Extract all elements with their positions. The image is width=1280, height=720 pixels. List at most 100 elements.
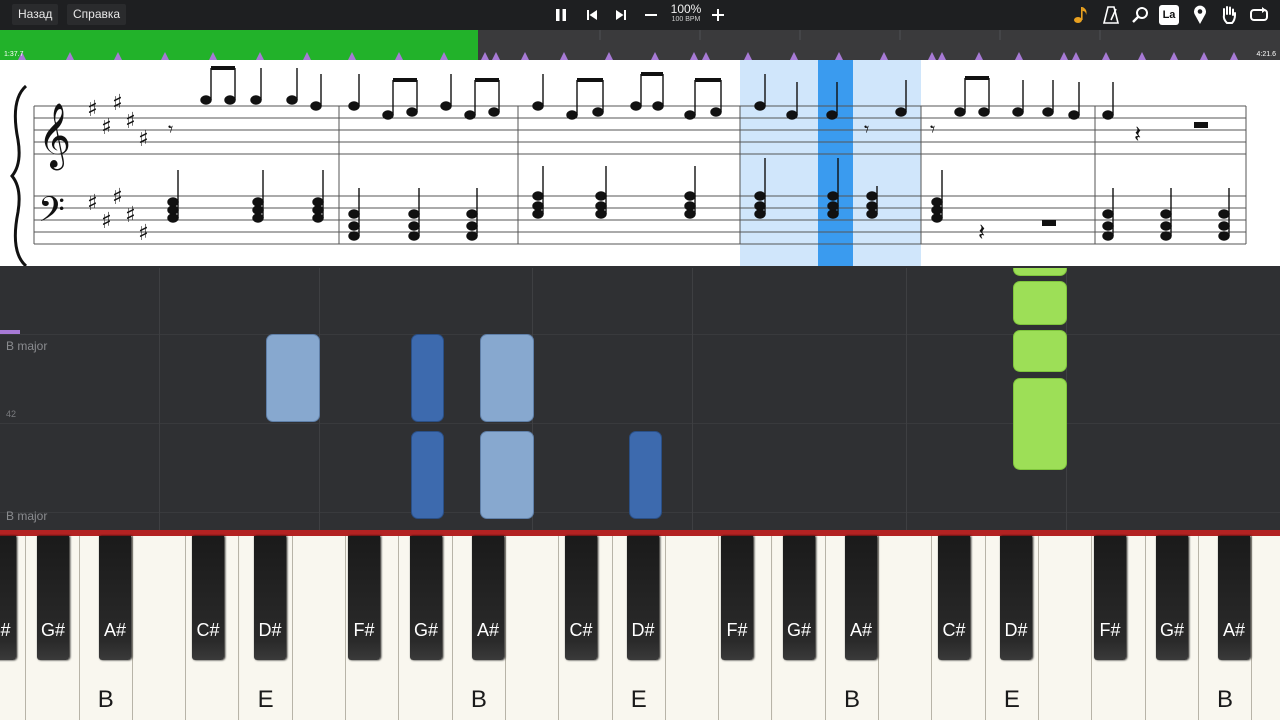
marker-icon[interactable] [1190, 5, 1210, 25]
black-key[interactable]: A# [472, 536, 504, 660]
svg-text:𝄾: 𝄾 [168, 117, 173, 141]
key-change-marker [0, 330, 20, 334]
svg-text:𝄾: 𝄾 [864, 117, 869, 141]
sheet-music[interactable]: 𝄞 𝄢 ♯ ♯ ♯ ♯ ♯ ♯ ♯ ♯ ♯ ♯ 𝄾 𝄾 𝄾 𝄽 𝄽 [0, 60, 1280, 266]
next-icon[interactable] [611, 5, 631, 25]
white-key[interactable] [506, 536, 560, 720]
svg-text:𝄽: 𝄽 [1134, 120, 1141, 148]
black-key[interactable]: F# [348, 536, 380, 660]
loop-icon[interactable] [1249, 5, 1269, 25]
zoom-percent: 100% [670, 2, 702, 16]
black-key[interactable]: A# [845, 536, 877, 660]
row-number-label: 42 [6, 409, 17, 419]
black-key[interactable]: D# [627, 536, 659, 660]
svg-text:♯: ♯ [138, 127, 149, 152]
black-key[interactable]: F# [721, 536, 753, 660]
white-key[interactable] [879, 536, 933, 720]
black-key-label: A# [103, 620, 127, 640]
svg-text:𝄽: 𝄽 [978, 218, 985, 246]
white-key-label: B [843, 686, 860, 713]
black-key-label: F# [726, 620, 748, 640]
falling-note [1013, 281, 1067, 325]
help-button[interactable]: Справка [67, 4, 127, 25]
white-key-label: B [97, 686, 114, 713]
falling-note [1013, 330, 1067, 372]
svg-text:𝄢: 𝄢 [38, 189, 65, 238]
note-icon[interactable] [1071, 5, 1091, 25]
svg-text:♯: ♯ [138, 221, 149, 246]
svg-text:♯: ♯ [101, 209, 112, 234]
svg-text:♯: ♯ [125, 109, 136, 134]
white-key-label: E [257, 686, 274, 713]
la-icon[interactable]: La [1159, 5, 1179, 25]
previous-icon[interactable] [582, 5, 602, 25]
metronome-icon[interactable] [1101, 5, 1121, 25]
black-key[interactable]: G# [410, 536, 442, 660]
black-key-label: A# [1222, 620, 1246, 640]
timeline-start-time: 1:37.7 [4, 51, 24, 58]
white-key-label: E [1003, 686, 1020, 713]
falling-note [480, 334, 534, 422]
falling-note [1013, 268, 1067, 276]
back-button[interactable]: Назад [12, 4, 59, 25]
black-key[interactable]: F# [0, 536, 16, 660]
roll-measure-line [159, 268, 160, 530]
falling-note [629, 431, 662, 519]
timeline-markers [18, 30, 1238, 60]
svg-text:♯: ♯ [87, 191, 98, 216]
roll-gridline [0, 423, 1280, 424]
black-key-label: C# [569, 620, 593, 640]
score-staves: 𝄞 𝄢 ♯♯♯ ♯♯ ♯♯♯ ♯♯ 𝄾 𝄾 𝄾 𝄽 𝄽 [10, 60, 1247, 266]
black-key[interactable]: C# [938, 536, 970, 660]
pause-icon[interactable] [551, 5, 571, 25]
black-key-label: G# [413, 620, 438, 640]
falling-notes-area: B major 42 B major [0, 268, 1280, 530]
black-key[interactable]: C# [565, 536, 597, 660]
black-key[interactable]: D# [1000, 536, 1032, 660]
tempo-readout[interactable]: 100% 100 BPM [666, 3, 706, 24]
white-key[interactable] [132, 536, 187, 720]
black-key[interactable]: G# [1156, 536, 1188, 660]
black-key[interactable]: F# [1094, 536, 1126, 660]
falling-note [480, 431, 534, 519]
black-key-label: F# [353, 620, 375, 640]
svg-text:𝄞: 𝄞 [38, 103, 71, 170]
black-key-label: D# [1004, 620, 1028, 640]
song-timeline[interactable]: 1:37.7 4:21.6 [0, 30, 1280, 60]
black-key[interactable]: D# [254, 536, 286, 660]
black-key-label: D# [258, 620, 282, 640]
white-key-label: B [470, 686, 487, 713]
current-beat-highlight [818, 60, 853, 266]
minus-icon[interactable] [641, 5, 661, 25]
white-key[interactable] [665, 536, 720, 720]
piano-keyboard[interactable]: B E B E B E B F# G# A# C# D# F# G# A# C# D# F# G# A# C# D# F#… [0, 530, 1280, 720]
black-key[interactable]: C# [192, 536, 224, 660]
black-key-label: A# [849, 620, 873, 640]
plus-icon[interactable] [708, 5, 728, 25]
svg-text:𝄾: 𝄾 [930, 117, 935, 141]
black-key[interactable]: A# [99, 536, 131, 660]
svg-text:♯: ♯ [87, 97, 98, 122]
white-key[interactable] [1039, 536, 1093, 720]
roll-measure-line [692, 268, 693, 530]
svg-text:♯: ♯ [101, 115, 112, 140]
falling-note [411, 334, 444, 422]
white-key-label: B [1217, 686, 1234, 713]
black-key-label: C# [196, 620, 220, 640]
hand-icon[interactable] [1219, 5, 1239, 25]
black-key-label: G# [786, 620, 811, 640]
black-key-label: G# [1159, 620, 1184, 640]
svg-text:♯: ♯ [112, 91, 123, 116]
black-key[interactable]: G# [37, 536, 69, 660]
white-key[interactable] [1252, 536, 1280, 720]
black-key[interactable]: A# [1218, 536, 1250, 660]
timeline-end-time: 4:21.6 [1256, 51, 1276, 58]
search-icon[interactable] [1130, 5, 1150, 25]
white-key[interactable] [292, 536, 347, 720]
svg-text:♯: ♯ [125, 203, 136, 228]
key-signature-label: B major [6, 339, 48, 353]
roll-gridline [0, 334, 1280, 335]
falling-note [266, 334, 320, 422]
black-key[interactable]: G# [783, 536, 815, 660]
white-key-label: E [630, 686, 647, 713]
